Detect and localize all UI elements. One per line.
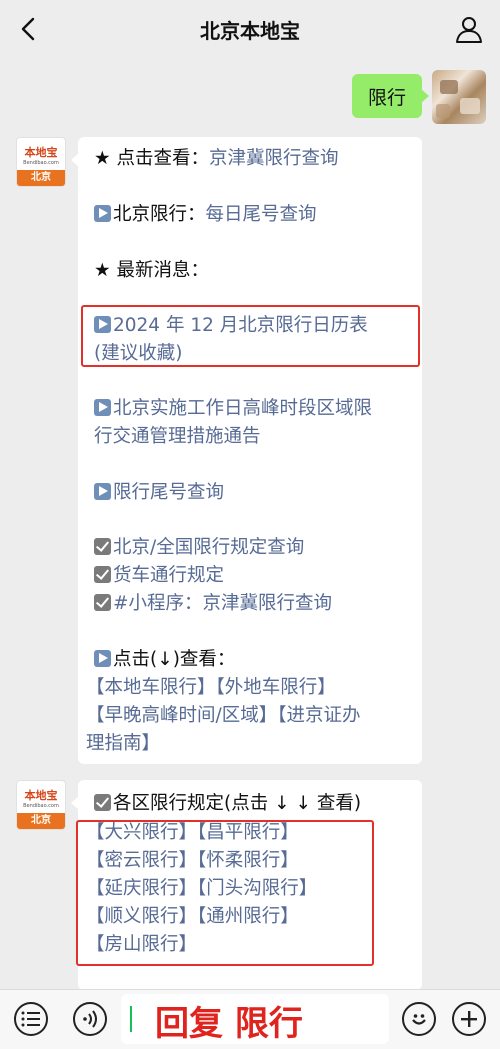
link-calendar[interactable]: 2024 年 12 月北京限行日历表 xyxy=(94,312,414,340)
logo-city: 北京 xyxy=(17,813,65,829)
logo-city: 北京 xyxy=(17,170,65,186)
link-truck-rules[interactable]: 货车通行规定 xyxy=(94,562,414,590)
link-rules[interactable]: 北京/全国限行规定查询 xyxy=(94,534,414,562)
logo-brand: 本地宝 xyxy=(24,789,58,802)
plus-button[interactable] xyxy=(452,1002,486,1036)
link-calendar-line2[interactable]: (建议收藏) xyxy=(94,340,414,368)
link-district-row[interactable]: 【房山限行】 xyxy=(86,931,406,959)
logo-brand: 本地宝 xyxy=(24,146,58,159)
link-jjj-query[interactable]: 京津冀限行查询 xyxy=(209,148,339,169)
chevron-left-icon[interactable] xyxy=(14,14,44,44)
user-message-bubble[interactable]: 限行 xyxy=(351,74,430,118)
input-text: 回复 限行 xyxy=(155,1004,303,1044)
bot-avatar[interactable]: 本地宝 Bendibao.com 北京 xyxy=(16,780,66,830)
link-district-row[interactable]: 【顺义限行】【通州限行】 xyxy=(86,903,406,931)
message-line: ★ 最新消息： xyxy=(94,260,209,281)
play-icon xyxy=(94,399,111,416)
link-mini-program[interactable]: #小程序：京津冀限行查询 xyxy=(94,590,414,618)
logo-url: Bendibao.com xyxy=(23,160,59,166)
play-icon xyxy=(94,650,111,667)
bot-avatar[interactable]: 本地宝 Bendibao.com 北京 xyxy=(16,137,66,187)
play-icon xyxy=(94,205,111,222)
play-icon xyxy=(94,316,111,333)
link-peak-hours[interactable]: 【早晚高峰时间/区域】【进京证办 xyxy=(86,702,406,730)
link-district-row[interactable]: 【密云限行】【怀柔限行】 xyxy=(86,847,406,875)
checkbox-icon xyxy=(94,566,111,583)
checkbox-icon xyxy=(94,538,111,555)
menu-button[interactable] xyxy=(14,1002,48,1036)
link-notice-line2[interactable]: 行交通管理措施通告 xyxy=(94,423,414,451)
link-daily-tail-number[interactable]: 每日尾号查询 xyxy=(206,204,317,225)
plus-icon xyxy=(461,1011,477,1027)
bot-message-bubble: 各区限行规定(点击 ↓ ↓ 查看) 【大兴限行】【昌平限行】 【密云限行】【怀柔… xyxy=(71,780,422,990)
voice-button[interactable] xyxy=(73,1002,107,1036)
user-message-text: 限行 xyxy=(367,86,406,109)
chat-title: 北京本地宝 xyxy=(200,18,300,43)
message-line: 点击(↓)查看： xyxy=(94,646,414,674)
link-district-row[interactable]: 【大兴限行】【昌平限行】 xyxy=(86,819,406,847)
menu-icon xyxy=(21,1011,40,1027)
voice-icon xyxy=(83,1010,97,1028)
message-line: 北京限行：每日尾号查询 xyxy=(94,201,414,229)
user-avatar[interactable] xyxy=(432,70,486,124)
emoji-button[interactable] xyxy=(402,1002,436,1036)
top-bar: 北京本地宝 xyxy=(0,0,500,58)
checkbox-icon xyxy=(94,794,111,811)
emoji-icon xyxy=(412,1014,426,1025)
link-tail-number[interactable]: 限行尾号查询 xyxy=(94,479,414,507)
text-cursor xyxy=(130,1006,132,1032)
input-bar: 回复 限行 xyxy=(0,989,500,1049)
logo-url: Bendibao.com xyxy=(23,803,59,809)
message-line: 各区限行规定(点击 ↓ ↓ 查看) xyxy=(94,790,414,818)
link-notice[interactable]: 北京实施工作日高峰时段区域限 xyxy=(94,395,414,423)
link-local-foreign-cars[interactable]: 【本地车限行】【外地车限行】 xyxy=(86,674,406,702)
checkbox-icon xyxy=(94,594,111,611)
bot-message-bubble: ★ 点击查看：京津冀限行查询 北京限行：每日尾号查询 ★ 最新消息： 2024 … xyxy=(71,137,422,764)
play-icon xyxy=(94,483,111,500)
person-icon[interactable] xyxy=(454,14,484,44)
link-permit-guide[interactable]: 理指南】 xyxy=(86,730,406,758)
message-input[interactable]: 回复 限行 xyxy=(121,994,389,1044)
message-line: ★ 点击查看：京津冀限行查询 xyxy=(94,148,339,169)
link-district-row[interactable]: 【延庆限行】【门头沟限行】 xyxy=(86,875,406,903)
